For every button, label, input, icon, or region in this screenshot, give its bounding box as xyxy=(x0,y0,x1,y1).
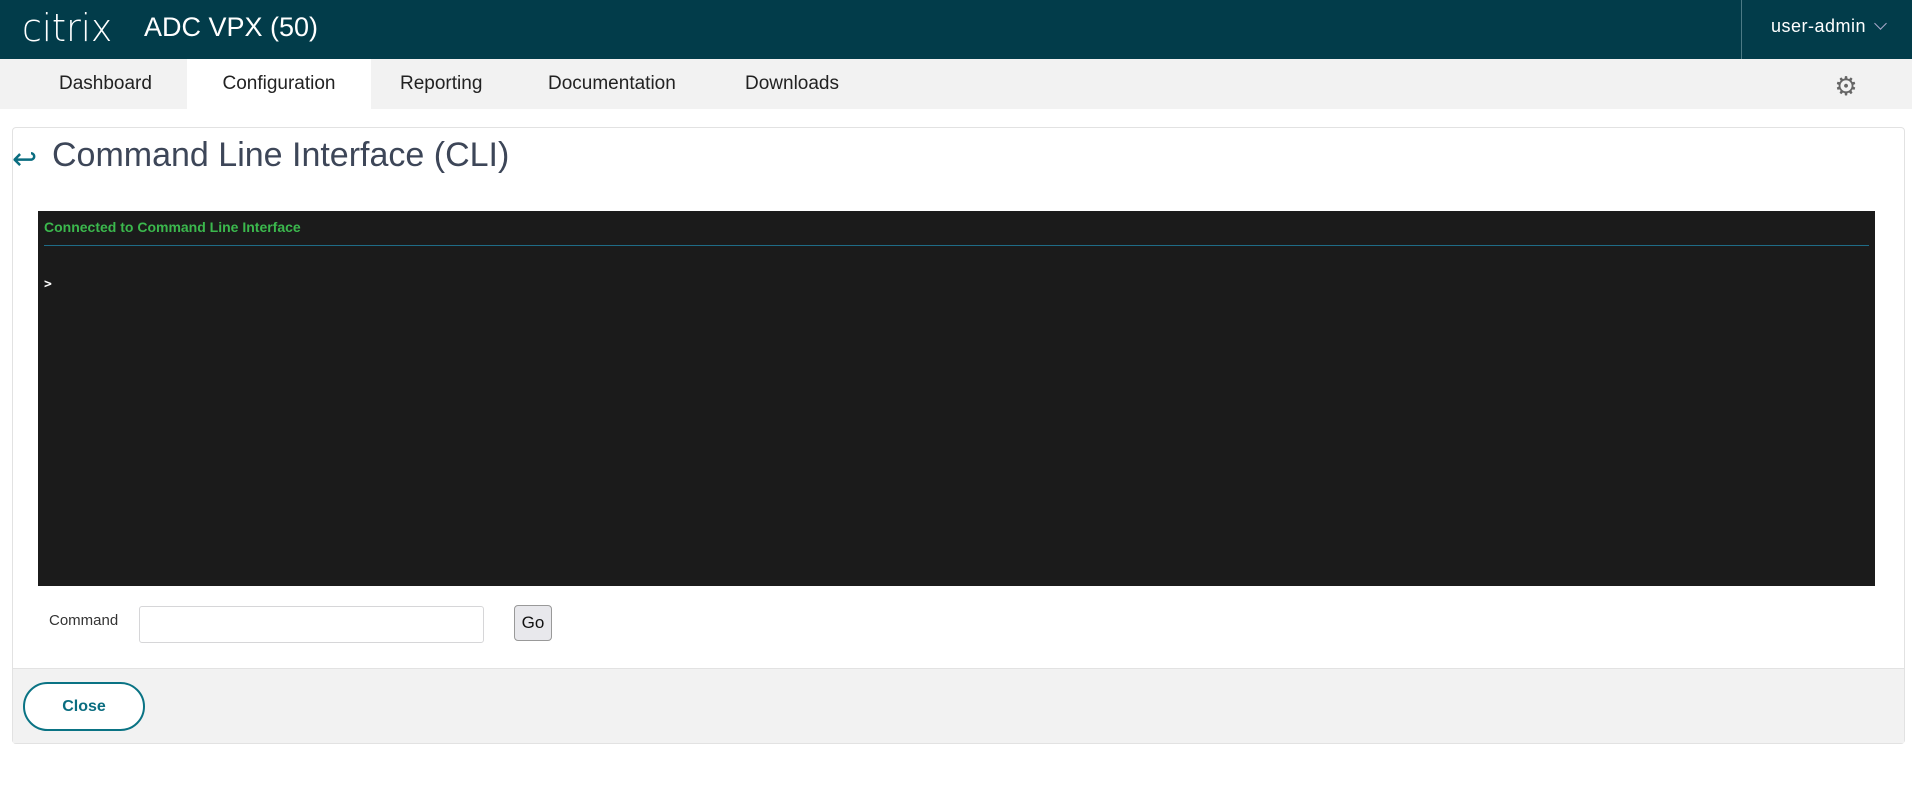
tab-reporting[interactable]: Reporting xyxy=(400,59,482,109)
top-header: citrix ADC VPX (50) user-admin xyxy=(0,0,1912,59)
tab-label: Documentation xyxy=(548,73,676,94)
command-input[interactable] xyxy=(139,606,484,643)
tab-label: Downloads xyxy=(745,73,839,94)
user-menu[interactable]: user-admin xyxy=(1771,16,1887,37)
terminal-prompt: > xyxy=(44,277,52,292)
citrix-logo[interactable]: citrix xyxy=(22,6,112,50)
tab-downloads[interactable]: Downloads xyxy=(745,59,839,109)
cli-terminal: Connected to Command Line Interface > xyxy=(38,211,1875,586)
user-name: user-admin xyxy=(1771,16,1867,36)
terminal-divider xyxy=(44,245,1869,246)
connection-status: Connected to Command Line Interface xyxy=(44,219,301,235)
command-label: Command xyxy=(49,612,119,629)
panel-footer xyxy=(13,668,1904,743)
app-title: ADC VPX (50) xyxy=(144,12,319,42)
page-title: Command Line Interface (CLI) xyxy=(52,136,510,174)
gear-icon[interactable]: ⚙ xyxy=(1834,73,1858,99)
header-divider xyxy=(1741,0,1742,59)
logo-text: citrix xyxy=(22,6,113,50)
tab-label: Dashboard xyxy=(59,73,152,94)
tab-configuration[interactable]: Configuration xyxy=(187,59,371,109)
main-nav: Dashboard Configuration Reporting Docume… xyxy=(0,59,1912,109)
close-button[interactable]: Close xyxy=(23,682,145,731)
tab-label: Reporting xyxy=(400,73,483,94)
chevron-down-icon xyxy=(1874,17,1887,30)
go-button[interactable]: Go xyxy=(514,605,552,641)
tab-label: Configuration xyxy=(222,73,336,94)
tab-dashboard[interactable]: Dashboard xyxy=(32,59,179,109)
tab-documentation[interactable]: Documentation xyxy=(548,59,676,109)
back-arrow-icon[interactable]: ↩ xyxy=(12,142,37,177)
